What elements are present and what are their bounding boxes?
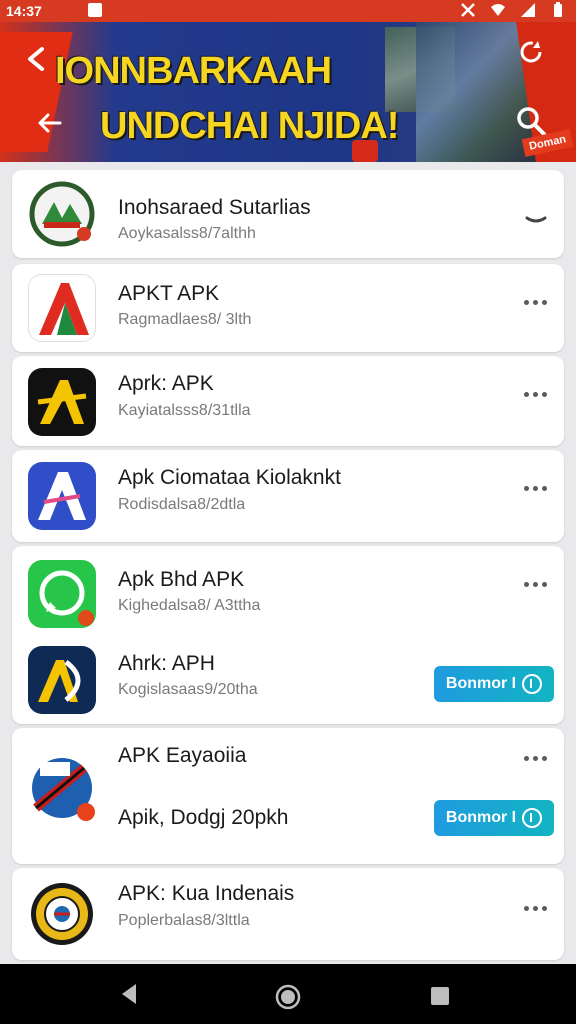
app-name: Ahrk: APH bbox=[118, 652, 215, 675]
nav-recents-icon[interactable] bbox=[430, 986, 450, 1006]
no-signal-icon bbox=[461, 3, 475, 17]
more-options-icon[interactable] bbox=[520, 898, 550, 918]
app-subtitle: Poplerbalas8/3lttla bbox=[118, 912, 250, 929]
back-arrow-icon[interactable] bbox=[22, 44, 52, 74]
app-name: Apik, Dodgj 20pkh bbox=[118, 806, 289, 829]
wifi-icon bbox=[491, 4, 505, 16]
app-card[interactable]: Apk Bhd APK Kighedalsa8/ A3ttha Ahrk: AP… bbox=[12, 546, 564, 724]
notification-icon bbox=[88, 3, 102, 17]
app-subtitle: Kighedalsa8/ A3ttha bbox=[118, 597, 261, 614]
status-icons bbox=[460, 2, 566, 18]
app-icon bbox=[28, 274, 96, 342]
app-name: Apk Ciomataa Kiolaknkt bbox=[118, 466, 341, 489]
app-subtitle: Ragmadlaes8/ 3lth bbox=[118, 311, 252, 328]
search-icon[interactable] bbox=[514, 104, 548, 138]
status-time: 14:37 bbox=[6, 3, 42, 19]
more-options-icon[interactable] bbox=[520, 478, 550, 498]
install-label: Bonmor I bbox=[445, 675, 517, 692]
system-nav-bar bbox=[0, 964, 576, 1024]
app-card[interactable]: Aprk: APK Kayiatalsss8/31tlla bbox=[12, 356, 564, 446]
list-item[interactable]: Apk Ciomataa Kiolaknkt Rodisdalsa8/2dtla bbox=[12, 450, 564, 536]
app-name: Aprk: APK bbox=[118, 372, 214, 395]
app-icon bbox=[28, 180, 96, 248]
cell-signal-icon bbox=[521, 3, 535, 17]
app-card[interactable]: APK Eayaoiia Apik, Dodgj 20pkh Bonmor I bbox=[12, 728, 564, 864]
more-options-icon[interactable] bbox=[520, 748, 550, 768]
app-name: APKT APK bbox=[118, 282, 220, 305]
app-card[interactable]: Inohsaraed Sutarlias Aoykasalss8/7althh bbox=[12, 170, 564, 258]
more-options-icon[interactable] bbox=[520, 384, 550, 404]
install-label: Bonmor I bbox=[445, 809, 517, 826]
list-item[interactable]: Inohsaraed Sutarlias Aoykasalss8/7althh bbox=[12, 170, 564, 256]
app-icon bbox=[28, 646, 96, 714]
install-button[interactable]: Bonmor I bbox=[434, 800, 554, 836]
app-card[interactable]: Apk Ciomataa Kiolaknkt Rodisdalsa8/2dtla bbox=[12, 450, 564, 542]
app-name: APK Eayaoiia bbox=[118, 744, 247, 767]
app-icon bbox=[28, 368, 96, 436]
app-name: Inohsaraed Sutarlias bbox=[118, 196, 311, 219]
app-subtitle: Kogislasaas9/20tha bbox=[118, 681, 258, 698]
app-icon bbox=[28, 462, 96, 530]
app-name: Apk Bhd APK bbox=[118, 568, 245, 591]
nav-back-icon[interactable] bbox=[118, 982, 140, 1006]
more-options-icon[interactable] bbox=[520, 292, 550, 312]
list-item[interactable]: Aprk: APK Kayiatalsss8/31tlla bbox=[12, 356, 564, 442]
banner-title-line2: UNDCHAI NJIDA! bbox=[100, 105, 399, 147]
more-options-icon[interactable] bbox=[520, 574, 550, 594]
app-icon bbox=[28, 560, 96, 628]
list-item[interactable]: Ahrk: APH Kogislasaas9/20tha Bonmor I bbox=[12, 632, 564, 718]
list-item[interactable]: APK: Kua Indenais Poplerbalas8/3lttla bbox=[12, 868, 564, 954]
refresh-icon[interactable] bbox=[516, 37, 546, 67]
app-name: APK: Kua Indenais bbox=[118, 882, 295, 905]
app-card[interactable]: APK: Kua Indenais Poplerbalas8/3lttla bbox=[12, 868, 564, 960]
power-icon bbox=[522, 674, 543, 694]
app-icon bbox=[28, 880, 96, 948]
battery-icon bbox=[554, 2, 562, 17]
list-item[interactable]: Apik, Dodgj 20pkh Bonmor I bbox=[12, 788, 564, 864]
status-bar: 14:37 bbox=[0, 0, 576, 22]
nav-home-icon[interactable] bbox=[275, 984, 301, 1010]
app-card[interactable]: APKT APK Ragmadlaes8/ 3lth bbox=[12, 264, 564, 352]
install-button[interactable]: Bonmor I bbox=[434, 666, 554, 702]
back-button[interactable] bbox=[34, 108, 64, 138]
app-subtitle: Kayiatalsss8/31tlla bbox=[118, 402, 251, 419]
app-subtitle: Aoykasalss8/7althh bbox=[118, 225, 256, 242]
app-subtitle: Rodisdalsa8/2dtla bbox=[118, 496, 246, 513]
power-icon bbox=[522, 808, 543, 828]
list-item[interactable]: APKT APK Ragmadlaes8/ 3lth bbox=[12, 264, 564, 350]
header-banner: IONNBARKAAH UNDCHAI NJIDA! Doman bbox=[0, 22, 576, 162]
list-item[interactable]: Apk Bhd APK Kighedalsa8/ A3ttha bbox=[12, 546, 564, 632]
banner-title-line1: IONNBARKAAH bbox=[55, 50, 332, 92]
minus-icon[interactable] bbox=[524, 208, 548, 228]
